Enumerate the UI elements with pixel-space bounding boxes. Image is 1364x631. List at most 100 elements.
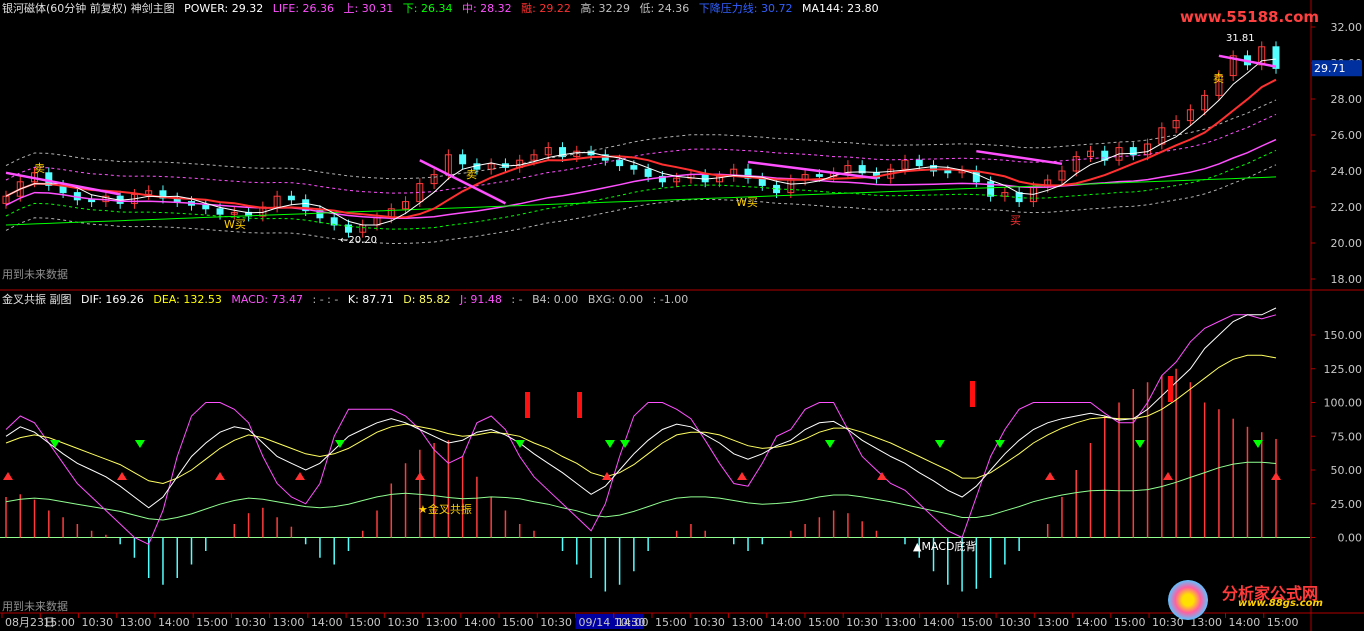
dif-value: DIF: 169.26 [81,293,144,306]
main-chart [2,41,1280,245]
main-y-tick-label: 24.00 [1331,165,1363,178]
main-y-tick-label: 20.00 [1331,237,1363,250]
main-y-tick-label: 26.00 [1331,129,1363,142]
candle-body [944,170,952,174]
sub-title: 金叉共振 副图 [2,293,72,306]
mid-value: 中: 28.32 [461,2,512,15]
signal-bar [577,392,582,418]
sub-y-tick-label: 50.00 [1331,464,1363,477]
main-header: 银河磁体(60分钟 前复权) 神剑主图 POWER: 29.32 LIFE: 2… [2,2,885,16]
candle-body [616,159,624,167]
date-label: 10:30 [846,616,878,629]
date-label: 14:00 [464,616,496,629]
down-arrow-icon [825,440,835,448]
main-y-tick-label: 22.00 [1331,201,1363,214]
dea-value: DEA: 132.53 [153,293,222,306]
sub-y-tick-label: 0.00 [1338,532,1363,545]
date-label: 15:00 [349,616,381,629]
date-label: 10:30 [540,616,572,629]
candle-body [202,204,210,210]
date-label: 10:30 [234,616,266,629]
down-arrow-icon [935,440,945,448]
date-label: 14:00 [923,616,955,629]
down-value: 下: 26.34 [402,2,453,15]
power-line [5,58,1277,226]
high-mark-label: 31.81 [1226,33,1255,44]
date-label: 13:00 [426,616,458,629]
dea-line [5,461,1277,521]
up-arrow-icon [737,472,747,480]
up-arrow-icon [1163,472,1173,480]
up-arrow-icon [1271,472,1281,480]
main-y-tick-label: 28.00 [1331,93,1363,106]
sell-label-2: 卖 [466,168,477,181]
ma144-value: MA144: 23.80 [801,2,879,15]
price-marker-label: 29.71 [1314,62,1346,75]
date-label: 10:30 [81,616,113,629]
k-value: K: 87.71 [347,293,394,306]
future-label-bottom: 用到未来数据 [2,600,68,613]
date-label: 15:00 [43,616,75,629]
down-arrow-icon [605,440,615,448]
candle-body [815,174,823,177]
date-label: 15:00 [1114,616,1146,629]
up-value: 上: 30.31 [343,2,394,15]
up-arrow-icon [117,472,127,480]
candle-body [287,195,295,201]
signal-bar [525,392,530,418]
life-value: LIFE: 26.36 [272,2,335,15]
date-label: 13:00 [1037,616,1069,629]
up-arrow-icon [3,472,13,480]
bxg-value: BXG: 0.00 [587,293,644,306]
date-label: 15:00 [655,616,687,629]
date-label: 14:00 [1076,616,1108,629]
date-label: 13:00 [273,616,305,629]
date-label: 13:00 [884,616,916,629]
signal-bar [1168,376,1173,402]
date-label: 10:30 [693,616,725,629]
date-label: 13:00 [120,616,152,629]
sub-chart [0,307,1310,592]
date-label: 14:00 [617,616,649,629]
sub-y-tick-label: 150.00 [1324,329,1363,342]
up-arrow-icon [415,472,425,480]
upper-band-outer [5,99,1277,180]
d-line [5,354,1277,485]
candle-body [459,154,467,165]
down-arrow-icon [995,440,1005,448]
j-line [5,314,1277,545]
down-arrow-icon [135,440,145,448]
watermark-top: www.55188.com [1180,8,1320,26]
w-buy-label-2: W买 [736,196,758,209]
candle-body [915,159,923,167]
w-buy-label-1: W买 [224,218,246,231]
rong-value: 融: 29.22 [521,2,571,15]
date-label: 15:00 [1267,616,1299,629]
golden-cross-label: ★金叉共振 [418,503,472,516]
candle-body [701,174,709,183]
flower-logo-icon [1168,580,1208,620]
grid-layer [0,0,1364,631]
candle-body [88,199,96,203]
sep2-value: : - [511,293,523,306]
b4-value: B4: 0.00 [532,293,579,306]
low-value: 低: 24.36 [639,2,690,15]
k-line [5,307,1277,509]
sell-label-3: 卖 [1213,72,1224,85]
up-arrow-icon [215,472,225,480]
chart-canvas: 32.0030.0028.0026.0024.0022.0020.0018.00… [0,0,1364,631]
high-value: 高: 32.29 [580,2,631,15]
date-label: 10:30 [387,616,419,629]
date-label: 14:00 [770,616,802,629]
candle-body [1015,192,1023,203]
date-label: 15:00 [502,616,534,629]
date-label: 14:00 [158,616,190,629]
main-title: 银河磁体(60分钟 前复权) 神剑主图 [2,2,175,15]
buy-label: 买 [1010,214,1021,227]
candle-body [644,168,652,177]
up-arrow-icon [295,472,305,480]
up-arrow-icon [1045,472,1055,480]
macd-divergence-label: ▲MACD底背 [913,540,977,553]
down-arrow-icon [1135,440,1145,448]
candle-body [972,170,980,183]
